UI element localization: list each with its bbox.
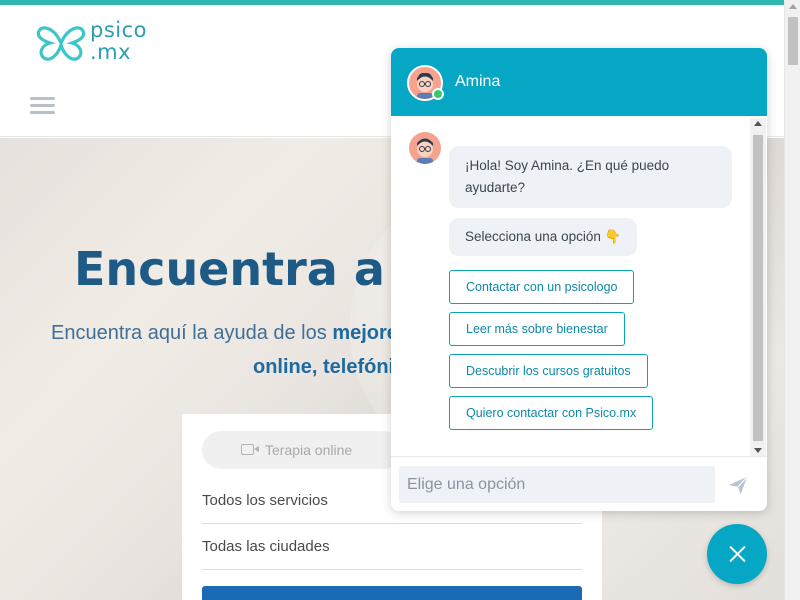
scroll-up-arrow-icon[interactable] <box>754 121 762 126</box>
scroll-down-arrow-icon[interactable] <box>754 448 762 453</box>
send-icon[interactable] <box>727 474 751 496</box>
hero-subtitle-text: Encuentra aquí la ayuda de los <box>51 322 333 344</box>
butterfly-logo-icon <box>36 26 86 61</box>
psico-logo[interactable]: psico .mx <box>36 19 166 67</box>
greeting-message: ¡Hola! Soy Amina. ¿En qué puedo ayudarte… <box>449 146 732 208</box>
logo-text-line1: psico <box>90 18 147 42</box>
city-select[interactable]: Todas las ciudades <box>202 524 582 570</box>
tab-terapia-online[interactable]: Terapia online <box>202 431 402 469</box>
chat-scrollbar[interactable] <box>750 118 766 456</box>
option-leer-bienestar[interactable]: Leer más sobre bienestar <box>449 312 625 346</box>
logo-text-line2: .mx <box>90 40 132 64</box>
logo-wordmark: psico .mx <box>90 19 147 63</box>
hero-subtitle: Encuentra aquí la ayuda de los mejores <box>51 322 409 345</box>
tab-label: Terapia online <box>265 442 353 458</box>
chat-input-area <box>391 456 767 511</box>
online-status-icon <box>432 88 444 100</box>
option-contactar-psicologo[interactable]: Contactar con un psicologo <box>449 270 635 304</box>
chat-input[interactable] <box>399 466 715 503</box>
chat-header: Amina <box>391 48 767 116</box>
hamburger-menu-icon[interactable] <box>30 97 55 115</box>
agent-name: Amina <box>455 73 501 90</box>
close-chat-button[interactable] <box>707 524 767 584</box>
bot-avatar <box>409 132 441 164</box>
chat-widget: Amina ¡Hola! Soy Amina. ¿En qué puedo ay… <box>391 48 767 511</box>
hero-title: Encuentra a <box>74 242 385 296</box>
search-button[interactable] <box>202 586 582 600</box>
page-scrollbar[interactable] <box>784 0 800 600</box>
prompt-message: Selecciona una opción 👇 <box>449 218 638 256</box>
video-camera-icon <box>241 444 259 455</box>
option-cursos-gratuitos[interactable]: Descubrir los cursos gratuitos <box>449 354 648 388</box>
page-scrollbar-thumb[interactable] <box>788 17 798 65</box>
chat-scrollbar-thumb[interactable] <box>753 135 763 441</box>
page-scroll-up-icon[interactable] <box>789 4 797 9</box>
chat-messages: ¡Hola! Soy Amina. ¿En qué puedo ayudarte… <box>391 116 767 456</box>
hero-subtitle-line2: online, telefóni <box>253 356 395 378</box>
option-contactar-psico[interactable]: Quiero contactar con Psico.mx <box>449 396 654 430</box>
